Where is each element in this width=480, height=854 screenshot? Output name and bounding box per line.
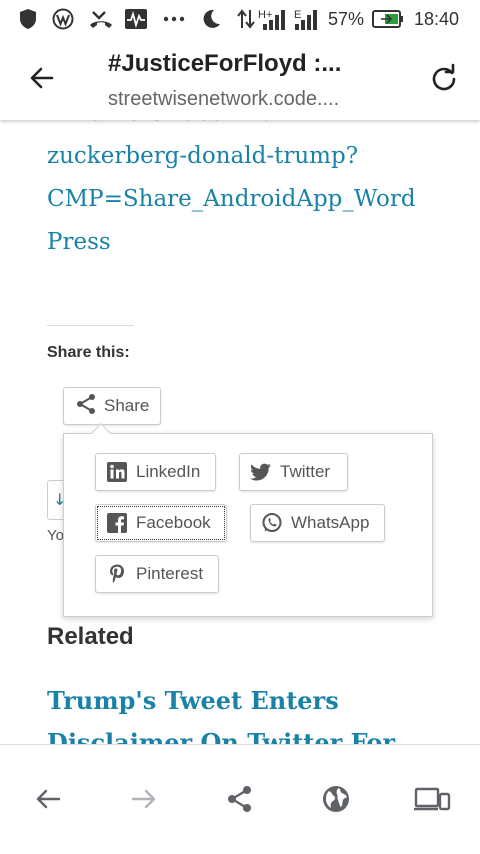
divider [47, 325, 134, 326]
related-link-line[interactable]: Trump's Tweet Enters [47, 680, 447, 722]
article-link-line[interactable]: zuckerberg-donald-trump? [47, 135, 447, 178]
popover-arrow [91, 423, 111, 443]
share-twitter-button[interactable]: Twitter [239, 453, 348, 491]
shield-icon [18, 8, 38, 30]
share-options-popover: LinkedIn Twitter Facebook WhatsApp Pinte [63, 423, 433, 617]
page-title: #JusticeForFloyd :... [108, 50, 342, 77]
more-dots-icon [162, 8, 186, 30]
share-facebook-label: Facebook [136, 513, 211, 532]
share-whatsapp-button[interactable]: WhatsApp [250, 504, 385, 542]
related-article-link[interactable]: Trump's Tweet Enters Disclaimer On Twitt… [47, 680, 447, 744]
article-link-line[interactable]: Press [47, 221, 447, 264]
app-bar: #JusticeForFloyd :... streetwisenetwork.… [0, 38, 480, 120]
share-whatsapp-label: WhatsApp [291, 513, 370, 532]
article-link-line[interactable]: CMP=Share_AndroidApp_Word [47, 178, 447, 221]
article-link[interactable]: k-workers-rebel-mark- zuckerberg-donald-… [47, 120, 447, 264]
signal-icon [294, 9, 318, 31]
page-url: streetwisenetwork.code.... [108, 88, 340, 110]
share-button-label: Share [104, 396, 150, 415]
back-icon[interactable] [32, 783, 64, 815]
clock: 18:40 [414, 9, 460, 29]
signal-icon [262, 9, 286, 31]
related-link-line[interactable]: Disclaimer On Twitter For [47, 722, 447, 744]
share-linkedin-label: LinkedIn [136, 462, 201, 481]
share-icon[interactable] [224, 783, 256, 815]
back-arrow-icon[interactable] [26, 62, 58, 94]
page-content: k-workers-rebel-mark- zuckerberg-donald-… [0, 120, 480, 744]
reload-icon[interactable] [428, 62, 460, 94]
share-button[interactable]: Share [63, 387, 161, 425]
share-facebook-button[interactable]: Facebook [95, 504, 227, 542]
missed-call-icon [88, 8, 114, 30]
wordpress-icon [52, 8, 74, 30]
hidden-text-partial: Yo [47, 527, 64, 544]
activity-icon [124, 8, 148, 30]
share-pinterest-label: Pinterest [136, 564, 204, 583]
article-link-line[interactable]: k-workers-rebel-mark- [47, 120, 447, 135]
share-icon [74, 392, 98, 421]
share-twitter-label: Twitter [280, 462, 331, 481]
share-linkedin-button[interactable]: LinkedIn [95, 453, 216, 491]
devices-icon[interactable] [414, 783, 452, 815]
share-pinterest-button[interactable]: Pinterest [95, 555, 219, 593]
battery-icon [372, 8, 404, 30]
battery-percent: 57% [328, 9, 365, 29]
data-transfer-icon [236, 8, 256, 30]
forward-icon[interactable] [128, 783, 160, 815]
related-heading: Related [47, 623, 134, 650]
bottom-toolbar [0, 744, 480, 854]
moon-icon [200, 8, 222, 30]
pinterest-icon [106, 563, 128, 585]
whatsapp-icon [261, 512, 283, 534]
facebook-icon [106, 512, 128, 534]
twitter-icon [250, 461, 272, 483]
globe-icon[interactable] [320, 783, 352, 815]
share-heading: Share this: [47, 344, 130, 361]
linkedin-icon [106, 461, 128, 483]
status-bar: H+ E 57% 18:40 [0, 0, 480, 38]
